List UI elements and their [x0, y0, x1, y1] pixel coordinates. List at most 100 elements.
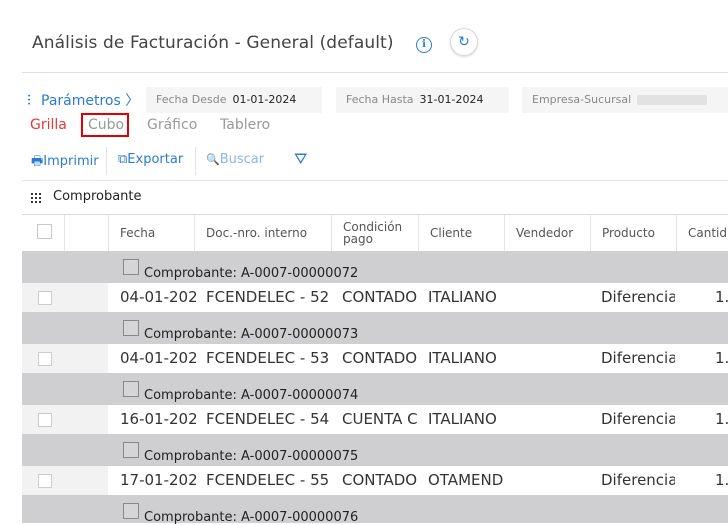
cell-cliente: ITALIANO: [428, 410, 497, 428]
cell-cantidad: 1.0: [715, 471, 728, 489]
table-row[interactable]: 04-01-2024 FCENDELEC - 52 CONTADO ITALIA…: [22, 283, 728, 312]
cell-vendedor: [514, 344, 590, 373]
cell-vendedor: [514, 283, 590, 312]
group-checkbox[interactable]: [123, 503, 139, 519]
row-selector-area: [22, 283, 108, 312]
row-checkbox[interactable]: [38, 291, 52, 305]
group-checkbox[interactable]: [123, 442, 139, 458]
fecha-desde-label: Fecha Desde: [156, 93, 227, 106]
imprimir-button[interactable]: 🖶Imprimir: [31, 152, 99, 174]
parametros-label: Parámetros: [41, 93, 121, 109]
cell-doc: FCENDELEC - 52: [206, 288, 330, 306]
cell-fecha: 04-01-2024: [120, 349, 196, 367]
group-label: Comprobante: A-0007-00000073: [144, 327, 359, 342]
printer-icon: 🖶: [31, 154, 44, 169]
row-selector-area: [22, 466, 108, 495]
group-row[interactable]: Comprobante: A-0007-00000073: [22, 312, 728, 344]
cell-condicion: CUENTA CORRIENTE: [342, 410, 418, 428]
cell-doc: FCENDELEC - 54: [206, 410, 330, 428]
fecha-hasta-value: 31-01-2024: [419, 93, 484, 106]
cell-fecha: 04-01-2024: [120, 288, 196, 306]
fecha-hasta-field[interactable]: Fecha Hasta 31-01-2024: [336, 87, 509, 113]
empresa-sucursal-value-blurred: [637, 95, 708, 105]
group-row[interactable]: Comprobante: A-0007-00000076: [22, 495, 728, 525]
group-label: Comprobante: A-0007-00000074: [144, 388, 359, 403]
column-header-cantidad[interactable]: Cantid: [676, 215, 728, 251]
table-row[interactable]: 17-01-2024 FCENDELEC - 55 CONTADO OTAMEN…: [22, 466, 728, 495]
search-icon: 🔍: [206, 153, 220, 166]
column-header-producto[interactable]: Producto: [590, 215, 676, 251]
fecha-desde-value: 01-01-2024: [232, 93, 297, 106]
cell-condicion: CONTADO: [342, 288, 418, 306]
cell-fecha: 17-01-2024: [120, 471, 196, 489]
table-row[interactable]: 04-01-2024 FCENDELEC - 53 CONTADO ITALIA…: [22, 344, 728, 373]
toolbar-divider: [22, 180, 728, 181]
column-header-doc[interactable]: Doc.-nro. interno: [194, 215, 331, 251]
row-selector-area: [22, 344, 108, 373]
group-row[interactable]: Comprobante: A-0007-00000072: [22, 251, 728, 283]
filter-button[interactable]: ⛛: [294, 149, 307, 169]
group-by-chip[interactable]: Comprobante: [53, 189, 142, 204]
exportar-button[interactable]: ⧉Exportar: [118, 152, 183, 167]
info-icon[interactable]: i: [416, 37, 432, 53]
sliders-icon: ⫶: [27, 93, 31, 109]
cell-cliente: ITALIANO: [428, 288, 497, 306]
group-checkbox[interactable]: [123, 259, 139, 275]
buscar-label: Buscar: [219, 152, 265, 167]
refresh-button[interactable]: ↻: [450, 28, 478, 56]
row-selector-area: [22, 405, 108, 434]
column-header-fecha[interactable]: Fecha: [108, 215, 194, 251]
cell-vendedor: [514, 466, 590, 495]
tab-grafico[interactable]: Gráfico: [147, 117, 197, 133]
column-header-cliente[interactable]: Cliente: [418, 215, 504, 251]
cell-cantidad: 1.0: [715, 288, 728, 306]
group-checkbox[interactable]: [123, 320, 139, 336]
cell-producto: Diferencia: [601, 410, 675, 428]
select-all-checkbox[interactable]: [37, 224, 52, 239]
tab-grilla[interactable]: Grilla: [30, 117, 67, 133]
group-label: Comprobante: A-0007-00000072: [144, 266, 359, 281]
group-checkbox[interactable]: [123, 381, 139, 397]
fecha-hasta-label: Fecha Hasta: [346, 93, 414, 106]
exportar-label: Exportar: [127, 152, 184, 167]
filter-icon: ⛛: [294, 149, 308, 168]
cell-cliente: ITALIANO: [428, 349, 497, 367]
imprimir-label: Imprimir: [43, 154, 99, 169]
refresh-icon: ↻: [458, 34, 470, 50]
fecha-desde-field[interactable]: Fecha Desde 01-01-2024: [146, 87, 322, 113]
group-row[interactable]: Comprobante: A-0007-00000075: [22, 434, 728, 466]
cell-cliente: OTAMEND: [428, 471, 504, 489]
cubo-highlight-box: [81, 113, 129, 137]
grid-header: Fecha Doc.-nro. interno Condición pago C…: [22, 214, 728, 252]
cell-doc: FCENDELEC - 53: [206, 349, 330, 367]
cell-condicion: CONTADO: [342, 349, 418, 367]
parametros-toggle[interactable]: ⫶ Parámetros 〉: [22, 90, 139, 110]
cell-cantidad: 1.0: [715, 410, 728, 428]
column-header-condicion[interactable]: Condición pago: [331, 215, 418, 251]
group-label: Comprobante: A-0007-00000075: [144, 449, 359, 464]
grid-dots-icon: [31, 193, 41, 203]
row-checkbox[interactable]: [38, 474, 52, 488]
empresa-sucursal-label: Empresa-Sucursal: [532, 93, 632, 106]
row-checkbox[interactable]: [38, 352, 52, 366]
cell-vendedor: [514, 405, 590, 434]
column-header-vendedor[interactable]: Vendedor: [504, 215, 590, 251]
group-row[interactable]: Comprobante: A-0007-00000074: [22, 373, 728, 405]
cell-producto: Diferencia: [601, 471, 675, 489]
cell-fecha: 16-01-2024: [120, 410, 196, 428]
buscar-button[interactable]: 🔍Buscar: [206, 152, 264, 167]
export-icon: ⧉: [118, 152, 128, 167]
tab-tablero[interactable]: Tablero: [220, 117, 270, 133]
cell-doc: FCENDELEC - 55: [206, 471, 330, 489]
column-header-expand: [64, 215, 108, 251]
header-divider: [22, 72, 728, 73]
toolbar-separator: [195, 147, 196, 175]
table-row[interactable]: 16-01-2024 FCENDELEC - 54 CUENTA CORRIEN…: [22, 405, 728, 434]
page-title: Análisis de Facturación - General (defau…: [32, 33, 394, 53]
empresa-sucursal-field[interactable]: Empresa-Sucursal: [522, 87, 728, 113]
chevron-right-icon: 〉: [125, 93, 140, 109]
row-checkbox[interactable]: [38, 413, 52, 427]
cell-cantidad: 1.0: [715, 349, 728, 367]
toolbar-separator: [106, 147, 107, 175]
cell-producto: Diferencia: [601, 349, 675, 367]
